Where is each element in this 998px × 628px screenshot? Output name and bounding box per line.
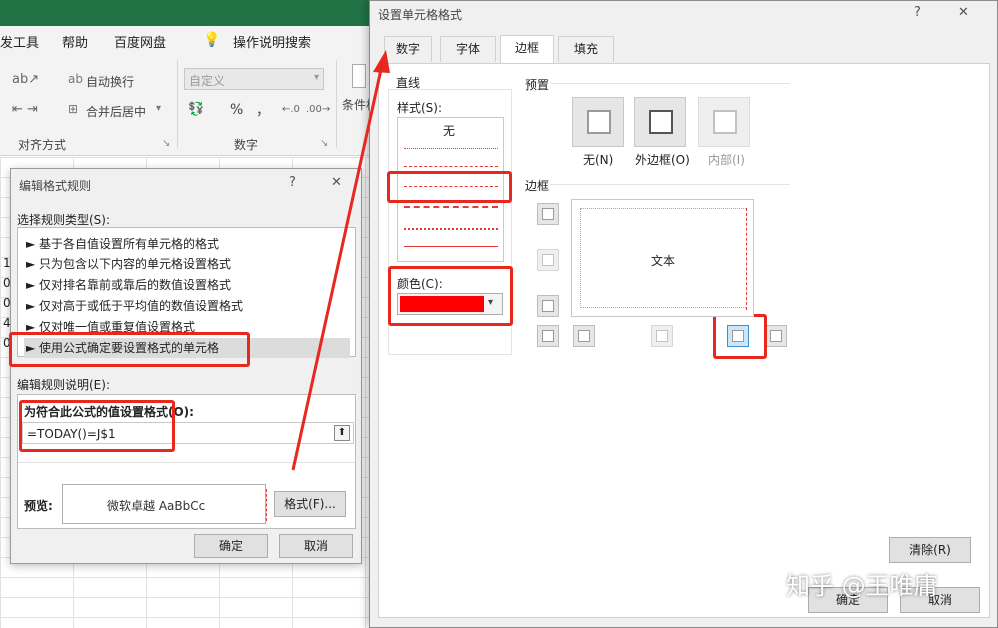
divider [550,184,790,185]
orientation-icon[interactable]: ab↗ [12,72,39,87]
indent-icon[interactable]: ⇤ ⇥ [12,102,38,117]
line-style-option[interactable] [404,246,498,247]
preview-red-border [266,489,267,521]
preset-outline-icon [649,110,673,134]
close-button[interactable]: ✕ [958,5,969,20]
style-label: 样式(S): [397,101,443,115]
preset-none-label: 无(N) [583,153,614,167]
line-style-option[interactable] [404,166,498,167]
format-preview: 微软卓越 AaBbCc [62,484,267,524]
divider [18,462,355,463]
border-left-button[interactable] [573,325,595,347]
wrap-icon: ab [68,72,83,86]
border-inside-h-icon [542,254,554,266]
preview-text: 微软卓越 AaBbCc [107,499,206,513]
ok-button[interactable]: 确定 [194,534,268,558]
presets-group-label: 预置 [525,78,550,92]
edit-format-rule-dialog: 编辑格式规则 ? ✕ 选择规则类型(S): ► 基于各自值设置所有单元格的格式 … [9,168,362,564]
dialog-title: 编辑格式规则 [19,179,92,193]
list-item[interactable]: ► 基于各自值设置所有单元格的格式 [24,234,350,254]
currency-icon[interactable]: 💱 [188,102,204,117]
preset-inside-label: 内部(I) [708,153,745,167]
ribbon-separator [177,60,178,148]
border-left-icon [578,330,590,342]
group-alignment-label: 对齐方式 [18,138,67,152]
lightbulb-icon: 💡 [203,32,221,48]
divider [550,83,790,84]
merge-center-button[interactable]: 合并后居中 [86,103,146,120]
preview-text: 文本 [651,254,676,268]
percent-button[interactable]: % [230,102,243,118]
diagonal-up-icon [542,330,554,342]
select-rule-type-label: 选择规则类型(S): [17,213,111,227]
ribbon-search[interactable]: 操作说明搜索 [233,32,311,51]
dialog-launcher-icon[interactable]: ↘ [162,138,170,149]
preset-none-button[interactable] [572,97,624,147]
comma-button[interactable]: ， [256,100,270,120]
conditional-format-icon[interactable] [352,64,366,88]
number-format-select[interactable]: 自定义 ▾ [184,68,324,90]
tab-border[interactable]: 边框 [500,35,554,63]
border-preview[interactable]: 文本 [571,199,754,317]
format-cells-dialog: 设置单元格格式 ? ✕ 数字 字体 边框 填充 直线 样式(S): 无 颜色(C… [369,0,998,628]
line-style-option[interactable] [404,206,498,208]
border-top-icon [542,208,554,220]
border-inside-v-icon [656,330,668,342]
line-style-option[interactable] [404,148,498,149]
border-top-button[interactable] [537,203,559,225]
wrap-text-button[interactable]: 自动换行 [86,73,134,90]
format-button[interactable]: 格式(F)... [274,491,346,517]
border-diag-down-button[interactable] [765,325,787,347]
border-bottom-icon [542,300,554,312]
preset-inside-icon [713,110,737,134]
edit-desc-label: 编辑规则说明(E): [17,378,110,392]
number-format-value: 自定义 [189,74,226,88]
annotation-highlight [387,171,512,203]
cancel-button[interactable]: 取消 [279,534,353,558]
diagonal-down-icon [770,330,782,342]
increase-decimal-icon[interactable]: ←.0 [282,104,300,115]
help-button[interactable]: ? [914,5,921,20]
dialog-title: 设置单元格格式 [378,8,463,22]
line-style-option[interactable] [404,228,498,230]
tab-fill[interactable]: 填充 [558,36,614,62]
annotation-highlight [713,314,767,359]
border-inside-h-button[interactable] [537,249,559,271]
preset-inside-button[interactable] [698,97,750,147]
list-item[interactable]: ► 仅对排名靠前或靠后的数值设置格式 [24,275,350,295]
annotation-highlight [9,332,250,367]
help-button[interactable]: ? [289,175,296,190]
watermark-text: 知乎 @王唯庸 [786,572,938,600]
style-none[interactable]: 无 [443,122,455,139]
dialog-launcher-icon[interactable]: ↘ [320,138,328,149]
clear-button[interactable]: 清除(R) [889,537,971,563]
ribbon-separator [336,60,337,148]
preview-label: 预览: [24,499,53,513]
annotation-highlight [19,400,175,452]
annotation-highlight [388,266,513,326]
decrease-decimal-icon[interactable]: .00→ [306,104,330,115]
list-item[interactable]: ► 仅对高于或低于平均值的数值设置格式 [24,296,350,316]
preset-outline-label: 外边框(O) [635,153,690,167]
chevron-down-icon: ▾ [313,72,319,83]
close-button[interactable]: ✕ [331,175,342,190]
ribbon-tab-developer[interactable]: 发工具 [0,32,39,51]
group-number-label: 数字 [234,138,259,152]
preset-outline-button[interactable] [634,97,686,147]
border-diag-up-button[interactable] [537,325,559,347]
merge-icon: ⊞ [68,102,79,116]
chevron-down-icon[interactable]: ▾ [156,103,161,114]
border-bottom-button[interactable] [537,295,559,317]
collapse-dialog-icon[interactable]: ⬆ [334,425,350,441]
ribbon-tab-help[interactable]: 帮助 [62,32,88,51]
border-group-label: 边框 [525,179,550,193]
tab-font[interactable]: 字体 [440,36,496,62]
tab-number[interactable]: 数字 [384,36,432,62]
border-inside-v-button[interactable] [651,325,673,347]
list-item[interactable]: ► 只为包含以下内容的单元格设置格式 [24,254,350,274]
preview-right-border [746,208,747,310]
preset-none-icon [587,110,611,134]
ribbon-tab-baidu[interactable]: 百度网盘 [114,32,166,51]
